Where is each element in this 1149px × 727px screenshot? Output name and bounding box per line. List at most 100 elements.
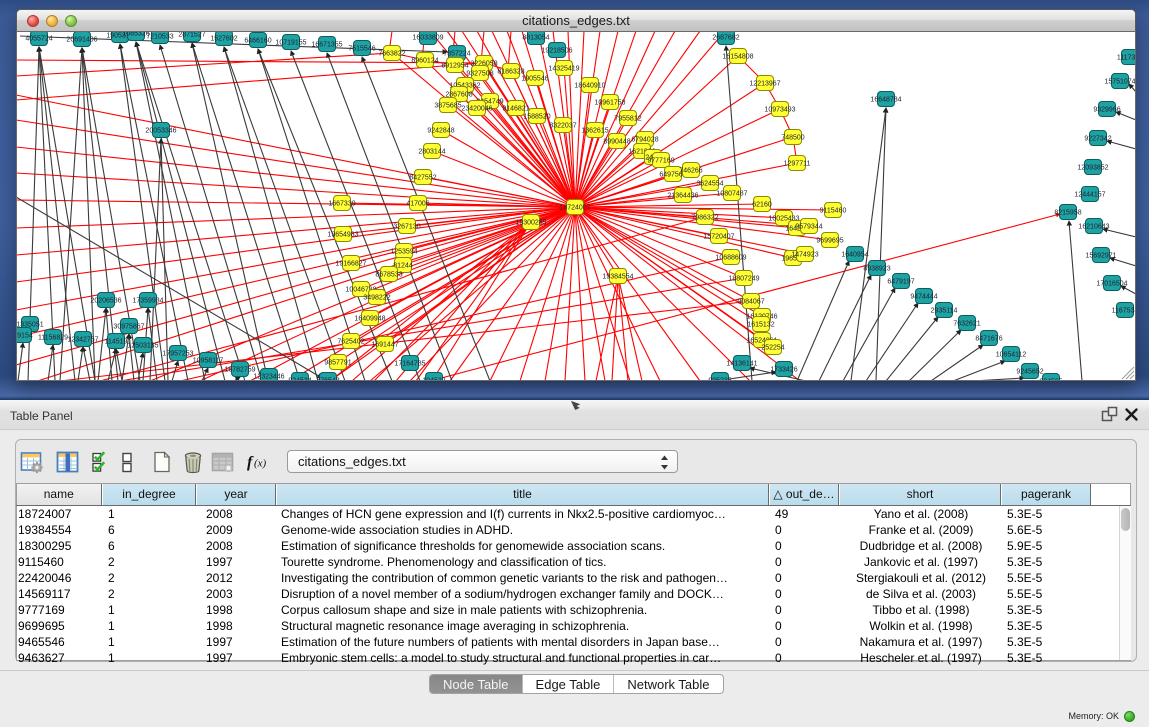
svg-text:18807249: 18807249 <box>728 276 759 283</box>
svg-text:9777169: 9777169 <box>647 158 674 165</box>
svg-text:2871527: 2871527 <box>178 32 205 39</box>
svg-text:1117342: 1117342 <box>1117 55 1136 62</box>
svg-text:12213967: 12213967 <box>749 81 780 88</box>
svg-text:16210643: 16210643 <box>1078 224 1109 231</box>
svg-text:1527602: 1527602 <box>210 36 237 43</box>
svg-text:1297711: 1297711 <box>784 161 811 168</box>
svg-text:3624554: 3624554 <box>696 181 723 188</box>
svg-text:15692971: 15692971 <box>1085 253 1116 260</box>
svg-text:18640910: 18640910 <box>574 83 605 90</box>
svg-text:9245652: 9245652 <box>1016 369 1043 376</box>
svg-text:8471676: 8471676 <box>975 336 1002 343</box>
svg-text:1362615: 1362615 <box>581 128 608 135</box>
svg-text:f: f <box>247 454 254 471</box>
svg-text:1588520: 1588520 <box>523 114 550 121</box>
svg-text:10973493: 10973493 <box>764 107 795 114</box>
svg-text:17164785: 17164785 <box>394 361 425 368</box>
svg-text:9699695: 9699695 <box>816 238 843 245</box>
svg-text:1905546: 1905546 <box>521 76 548 83</box>
svg-text:8427552: 8427552 <box>409 175 436 182</box>
svg-text:10654112: 10654112 <box>996 352 1027 359</box>
svg-text:19300285: 19300285 <box>515 220 546 227</box>
svg-text:1733426: 1733426 <box>770 367 797 374</box>
svg-text:1667339: 1667339 <box>328 201 355 208</box>
svg-text:19654983: 19654983 <box>327 232 358 239</box>
svg-text:252254: 252254 <box>761 345 784 352</box>
svg-text:16782759: 16782759 <box>224 367 255 374</box>
svg-text:17016504: 17016504 <box>1096 281 1127 288</box>
svg-text:20206536: 20206536 <box>90 298 121 305</box>
svg-text:7663822: 7663822 <box>378 51 405 58</box>
svg-text:9084067: 9084067 <box>737 299 764 306</box>
svg-text:8678533: 8678533 <box>375 272 402 279</box>
svg-text:7955812: 7955812 <box>614 116 641 123</box>
svg-text:16671355: 16671355 <box>311 42 342 49</box>
svg-text:12093852: 12093852 <box>1077 165 1108 172</box>
svg-text:16033809: 16033809 <box>412 35 443 42</box>
svg-text:19384554: 19384554 <box>602 274 633 281</box>
svg-text:10958117: 10958117 <box>193 358 224 365</box>
svg-text:20053346: 20053346 <box>145 128 176 135</box>
svg-text:114519: 114519 <box>105 339 128 346</box>
svg-text:6466160: 6466160 <box>244 38 271 45</box>
svg-text:7625402: 7625402 <box>337 339 364 346</box>
svg-text:18724007: 18724007 <box>559 205 590 212</box>
svg-text:1640954: 1640954 <box>841 252 868 259</box>
svg-text:7357224: 7357224 <box>443 51 470 58</box>
svg-text:30975867: 30975867 <box>113 324 144 331</box>
svg-text:11156829: 11156829 <box>38 335 68 342</box>
svg-text:39154: 39154 <box>16 333 33 340</box>
svg-text:9474444: 9474444 <box>910 294 937 301</box>
svg-text:12323446: 12323446 <box>253 374 284 381</box>
svg-text:9857791: 9857791 <box>324 360 351 367</box>
svg-text:1253594: 1253594 <box>390 249 417 256</box>
svg-text:14325419: 14325419 <box>548 66 579 73</box>
svg-text:8322037: 8322037 <box>549 123 576 130</box>
svg-text:2687682: 2687682 <box>712 35 739 42</box>
svg-text:12444157: 12444157 <box>1074 192 1105 199</box>
svg-text:20691406: 20691406 <box>66 37 97 44</box>
svg-text:2803144: 2803144 <box>418 149 445 156</box>
svg-text:8960124: 8960124 <box>411 58 438 65</box>
svg-text:16648784: 16648784 <box>870 97 901 104</box>
svg-text:16409948: 16409948 <box>354 316 385 323</box>
svg-text:10688609: 10688609 <box>715 255 746 262</box>
svg-text:12342757: 12342757 <box>67 337 98 344</box>
svg-text:10961758: 10961758 <box>594 100 625 107</box>
svg-text:748500: 748500 <box>781 135 804 142</box>
svg-text:1691447: 1691447 <box>371 342 398 349</box>
svg-text:14136141: 14136141 <box>726 361 757 368</box>
svg-text:8990448: 8990448 <box>603 139 630 146</box>
svg-text:417006: 417006 <box>406 201 429 208</box>
svg-text:7632621: 7632621 <box>953 321 980 328</box>
svg-text:9579344: 9579344 <box>795 224 822 231</box>
svg-text:62160: 62160 <box>752 202 772 209</box>
svg-text:3875685: 3875685 <box>434 103 461 110</box>
svg-text:12503135: 12503135 <box>127 343 158 350</box>
svg-text:17359934: 17359934 <box>132 298 163 305</box>
svg-text:23420046: 23420046 <box>461 106 492 113</box>
svg-text:8938923: 8938923 <box>863 266 890 273</box>
svg-text:17957253: 17957253 <box>162 351 193 358</box>
svg-text:8186328: 8186328 <box>497 69 524 76</box>
svg-text:8912954: 8912954 <box>441 63 468 70</box>
svg-text:746266: 746266 <box>679 168 702 175</box>
svg-text:10719155: 10719155 <box>275 40 306 47</box>
svg-text:3498222: 3498222 <box>363 295 390 302</box>
svg-text:7210533: 7210533 <box>146 34 173 41</box>
svg-text:9327508: 9327508 <box>466 71 493 78</box>
svg-text:1615132: 1615132 <box>747 322 774 329</box>
svg-text:1474923: 1474923 <box>791 252 818 259</box>
svg-text:10807487: 10807487 <box>716 191 747 198</box>
svg-text:16154808: 16154808 <box>722 54 753 61</box>
svg-text:15720407: 15720407 <box>703 234 734 241</box>
svg-text:8813054: 8813054 <box>522 35 549 42</box>
svg-text:9242848: 9242848 <box>427 128 454 135</box>
svg-text:7515546: 7515546 <box>348 46 375 53</box>
svg-text:9115460: 9115460 <box>820 208 847 215</box>
svg-text:3267130: 3267130 <box>393 224 420 231</box>
svg-text:6794028: 6794028 <box>631 137 658 144</box>
svg-text:19218506: 19218506 <box>541 48 572 55</box>
svg-text:6479197: 6479197 <box>887 279 914 286</box>
svg-text:4055724: 4055724 <box>25 36 52 43</box>
